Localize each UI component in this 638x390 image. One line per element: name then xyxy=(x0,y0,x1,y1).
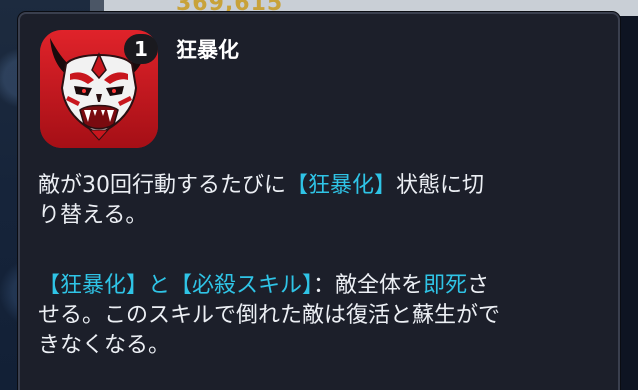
description-line: きなくなる。 xyxy=(38,333,171,358)
keyword-berserk: 【狂暴化】 xyxy=(38,273,149,298)
skill-description-1: 敵が30回行動するたびに【狂暴化】状態に切 り替える。 xyxy=(38,171,598,231)
keyword-instant-death: 即死 xyxy=(423,273,468,298)
keyword-berserk: 【狂暴化】 xyxy=(286,173,397,198)
game-screen: 369,615 1 狂暴化 敵が30回行動するたびに【狂暴化】状態に切 り替える… xyxy=(0,0,638,390)
skill-title: 狂暴化 xyxy=(176,38,239,62)
description-text: 状態に切 xyxy=(396,173,485,198)
skill-level-badge: 1 xyxy=(124,34,158,64)
description-line: 敵が30回行動するたびに【狂暴化】状態に切 xyxy=(38,171,598,201)
skill-description-2: 【狂暴化】と【必殺スキル】：敵全体を即死さ せる。このスキルで倒れた敵は復活と蘇… xyxy=(38,271,598,361)
description-line: り替える。 xyxy=(38,203,148,228)
description-text: さ xyxy=(467,273,490,298)
description-text: ：敵全体を xyxy=(313,273,424,298)
description-line: せる。このスキルで倒れた敵は復活と蘇生がで xyxy=(38,303,501,328)
keyword-and: と xyxy=(148,273,171,298)
description-text: 敵が30回行動するたびに xyxy=(38,173,286,198)
description-line: 【狂暴化】と【必殺スキル】：敵全体を即死さ xyxy=(38,271,598,301)
keyword-special-skill: 【必殺スキル】 xyxy=(170,273,314,298)
